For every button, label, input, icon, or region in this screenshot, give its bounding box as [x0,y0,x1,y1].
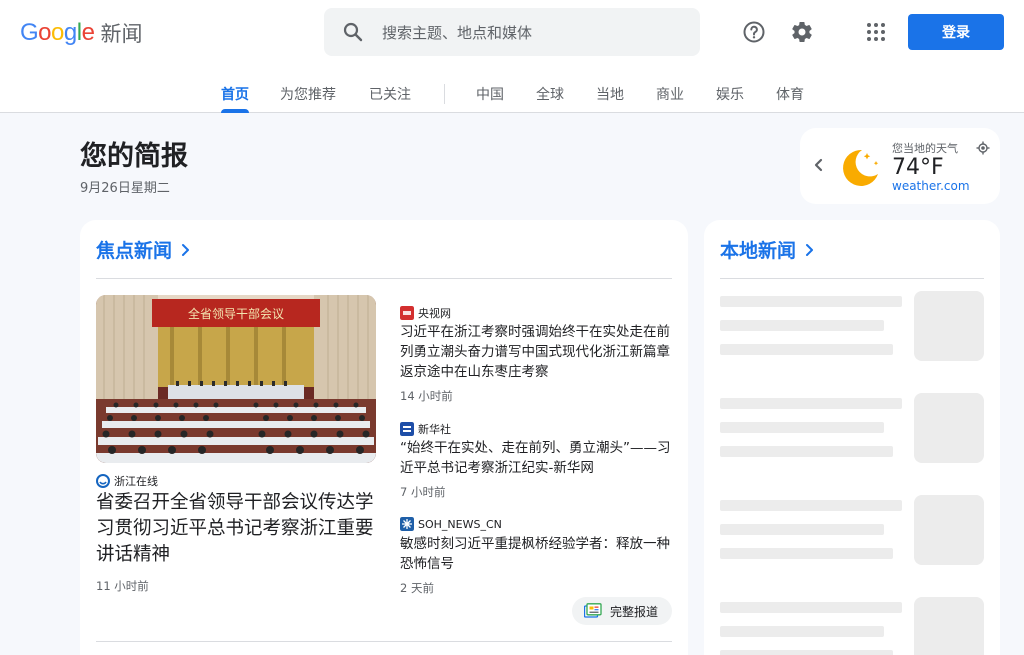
tab-world[interactable]: 全球 [536,84,564,104]
article-source[interactable]: 央视网 [400,305,451,321]
skeleton-line [720,602,902,613]
top-stories-heading[interactable]: 焦点新闻 [96,236,192,263]
skeleton-thumbnail [914,597,984,655]
search-input[interactable]: 搜索主题、地点和媒体 [382,22,532,43]
chevron-left-icon[interactable] [810,156,828,174]
article-source[interactable]: 新华社 [400,421,451,437]
xinhua-logo-icon [400,422,414,436]
tab-business[interactable]: 商业 [656,84,684,104]
weather-temperature: 74°F [892,155,944,180]
skeleton-thumbnail [914,495,984,565]
settings-icon[interactable] [790,20,814,44]
logo-letter: G [20,19,39,46]
divider [720,278,984,279]
top-header: Google 新闻 搜索主题、地点和媒体 登录 首页 为您推荐 已关注 中国 全… [0,0,1024,113]
article-headline-link[interactable]: 习近平在浙江考察时强调始终干在实处走在前列勇立潮头奋力谱写中国式现代化浙江新篇章… [400,322,672,382]
hero-source[interactable]: 浙江在线 [96,473,158,489]
hero-banner-text: 全省领导干部会议 [188,306,284,321]
active-tab-indicator [221,109,249,113]
moon-night-icon [843,149,879,186]
logo-letter: g [63,19,77,46]
skeleton-line [720,650,893,655]
logo-suffix: 新闻 [100,22,143,46]
tab-for-you[interactable]: 为您推荐 [280,84,336,104]
skeleton-line [720,626,884,637]
top-stories-title: 焦点新闻 [96,240,173,262]
hero-time: 11 小时前 [96,579,149,593]
full-coverage-icon [584,603,602,618]
skeleton-line [720,296,902,307]
article-time: 2 天前 [400,581,434,595]
divider [96,278,672,279]
skeleton-line [720,548,893,559]
sign-in-button[interactable]: 登录 [908,14,1004,50]
article-source[interactable]: SOH_NEWS_CN [400,517,502,531]
article-time: 7 小时前 [400,485,446,499]
tab-entertainment[interactable]: 娱乐 [716,84,744,104]
google-wordmark: Google [20,19,95,47]
logo-letter: e [81,19,95,46]
help-icon[interactable] [742,20,766,44]
tab-china[interactable]: 中国 [476,84,504,104]
cctv-logo-icon [400,306,414,320]
weather-source-link[interactable]: weather.com [892,179,970,193]
weather-label: 您当地的天气 [892,142,958,155]
skeleton-line [720,524,884,535]
briefing-date: 9月26日星期二 [80,181,170,196]
zjol-logo-icon [96,474,110,488]
skeleton-line [720,446,893,457]
tab-home[interactable]: 首页 [221,84,249,104]
search-icon[interactable] [341,20,365,44]
tab-following[interactable]: 已关注 [369,84,411,104]
skeleton-line [720,398,902,409]
hero-headline-link[interactable]: 省委召开全省领导干部会议传达学习贯彻习近平总书记考察浙江重要讲话精神 [96,490,378,568]
article-source-name: 央视网 [418,307,451,320]
article-headline-link[interactable]: “始终干在实处、走在前列、勇立潮头”——习近平总书记考察浙江纪实-新华网 [400,438,672,478]
search-bar[interactable]: 搜索主题、地点和媒体 [324,8,700,56]
skeleton-thumbnail [914,291,984,361]
hero-source-name: 浙江在线 [114,475,158,488]
soh-logo-icon [400,517,414,531]
skeleton-line [720,344,893,355]
logo-letter: o [51,19,64,46]
google-news-logo[interactable]: Google 新闻 [20,18,142,48]
hero-article-image[interactable]: 全省领导干部会议 [96,295,376,463]
article-time: 14 小时前 [400,389,453,403]
chevron-right-icon [806,243,814,256]
chevron-right-icon [182,243,190,256]
weather-widget[interactable]: 您当地的天气 74°F weather.com [800,128,1000,204]
article-source-name: 新华社 [418,423,451,436]
article-headline-link[interactable]: 敏感时刻习近平重提枫桥经验学者：释放一种恐怖信号 [400,534,672,574]
tab-sports[interactable]: 体育 [776,84,804,104]
full-coverage-button[interactable]: 完整报道 [572,597,672,625]
divider [96,641,672,642]
tab-local[interactable]: 当地 [596,84,624,104]
skeleton-thumbnail [914,393,984,463]
location-icon[interactable] [976,141,990,155]
local-news-title: 本地新闻 [720,240,797,262]
skeleton-line [720,500,902,511]
section-tabs: 首页 为您推荐 已关注 中国 全球 当地 商业 娱乐 体育 [0,78,1024,113]
logo-letter: o [38,19,52,46]
tab-divider [444,84,445,104]
skeleton-line [720,320,884,331]
apps-grid-icon[interactable] [864,20,888,44]
article-source-name: SOH_NEWS_CN [418,517,502,531]
full-coverage-label: 完整报道 [610,604,659,619]
skeleton-line [720,422,884,433]
page-title: 您的简报 [80,141,188,172]
local-news-heading[interactable]: 本地新闻 [720,236,816,263]
